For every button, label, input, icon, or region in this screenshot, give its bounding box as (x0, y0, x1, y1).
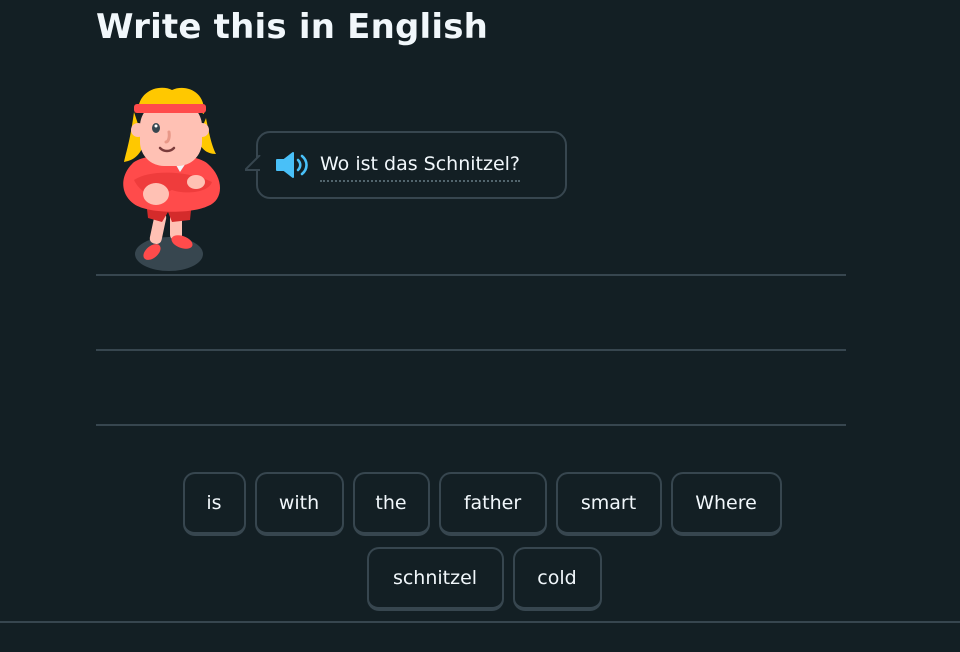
bubble-tail (245, 155, 261, 171)
exercise-page: Write this in English Wo ist das Schnitz… (0, 0, 960, 652)
word-chip-is[interactable]: is (182, 472, 246, 536)
character-illustration (112, 82, 236, 274)
word-bank-row-1: is with the father smart Where (0, 472, 960, 536)
word-bank-row-2: schnitzel cold (0, 547, 960, 611)
speech-bubble: Wo ist das Schnitzel? (245, 131, 567, 199)
word-chip-father[interactable]: father (438, 472, 547, 536)
word-chip-smart[interactable]: smart (555, 472, 662, 536)
answer-line-3 (96, 424, 846, 426)
answer-line-1 (96, 274, 846, 276)
word-chip-where[interactable]: Where (670, 472, 782, 536)
word-chip-with[interactable]: with (254, 472, 344, 536)
word-chip-the[interactable]: the (352, 472, 430, 536)
prompt-sentence[interactable]: Wo ist das Schnitzel? (320, 153, 520, 182)
footer-divider (0, 621, 960, 623)
word-chip-cold[interactable]: cold (512, 547, 602, 611)
speaker-icon[interactable] (274, 150, 310, 180)
answer-line-2 (96, 349, 846, 351)
page-title: Write this in English (96, 7, 489, 47)
word-bank: is with the father smart Where schnitzel… (0, 472, 960, 622)
word-chip-schnitzel[interactable]: schnitzel (366, 547, 504, 611)
